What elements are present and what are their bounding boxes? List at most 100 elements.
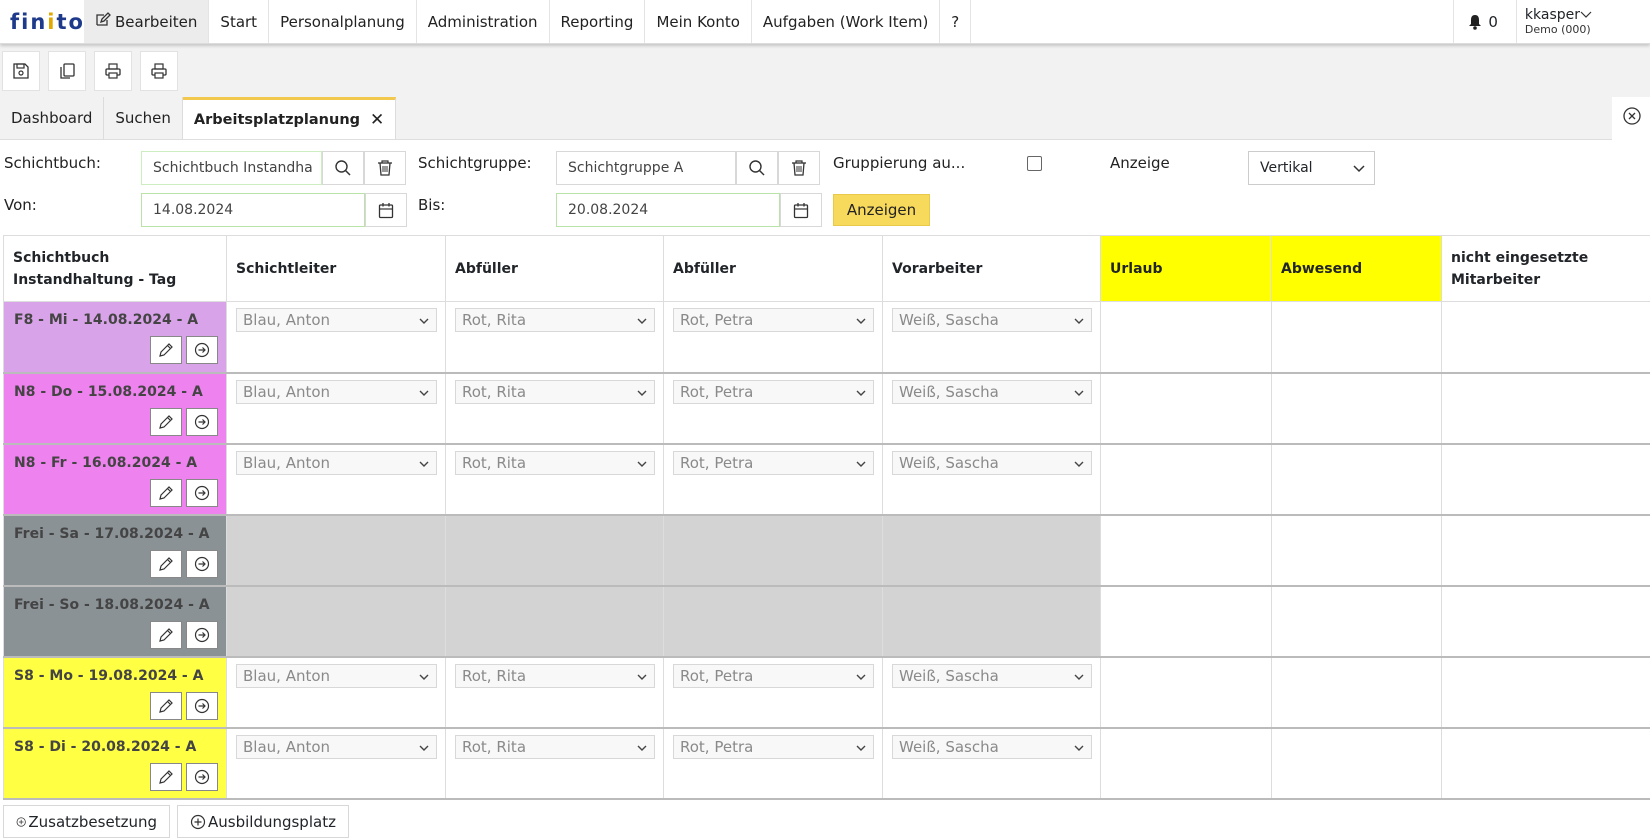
schichtleiter-value: Blau, Anton <box>243 311 331 329</box>
save-button[interactable] <box>2 50 40 91</box>
schedule-table: Schichtbuch Instandhaltung - Tag Schicht… <box>3 235 1650 800</box>
tab-arbeitsplatzplanung[interactable]: Arbeitsplatzplanung ✕ <box>182 97 397 139</box>
schichtleiter-select[interactable]: Blau, Anton <box>236 379 437 404</box>
vorarbeiter-select[interactable]: Weiß, Sascha <box>892 308 1092 332</box>
open-shift-button[interactable] <box>186 549 218 578</box>
nav-help[interactable]: ? <box>940 0 972 43</box>
abfueller-1-select[interactable]: Rot, Rita <box>455 450 655 475</box>
gruppierung-checkbox[interactable] <box>1027 156 1042 171</box>
abwesend-cell[interactable] <box>1271 372 1442 445</box>
urlaub-cell[interactable] <box>1100 727 1272 800</box>
anzeige-select[interactable]: Vertikal <box>1248 151 1375 185</box>
open-shift-button[interactable] <box>186 478 218 507</box>
open-shift-button[interactable] <box>186 407 218 436</box>
schichtleiter-select[interactable]: Blau, Anton <box>236 450 437 475</box>
nav-reporting[interactable]: Reporting <box>550 0 646 43</box>
von-date-input[interactable]: 14.08.2024 <box>141 193 365 227</box>
open-shift-button[interactable] <box>186 336 218 364</box>
open-shift-button[interactable] <box>186 691 218 720</box>
assignment-cell: Rot, Rita <box>445 372 664 445</box>
abfueller-2-select[interactable]: Rot, Petra <box>673 663 874 688</box>
abwesend-cell[interactable] <box>1271 443 1442 516</box>
zusatzbesetzung-button[interactable]: Zusatzbesetzung <box>3 805 170 838</box>
notifications-button[interactable]: 0 <box>1453 0 1517 43</box>
edit-shift-button[interactable] <box>150 478 182 507</box>
schichtleiter-select[interactable]: Blau, Anton <box>236 734 437 759</box>
abwesend-cell[interactable] <box>1271 514 1442 587</box>
print-button[interactable] <box>94 50 132 91</box>
nav-mein-konto[interactable]: Mein Konto <box>645 0 752 43</box>
abwesend-cell[interactable] <box>1271 301 1442 374</box>
abwesend-cell[interactable] <box>1271 656 1442 729</box>
abfueller-2-select[interactable]: Rot, Petra <box>673 379 874 404</box>
abwesend-cell[interactable] <box>1271 727 1442 800</box>
abfueller-2-select[interactable]: Rot, Petra <box>673 734 874 759</box>
schichtgruppe-search-button[interactable] <box>736 151 778 185</box>
edit-shift-button[interactable] <box>150 762 182 791</box>
urlaub-cell[interactable] <box>1100 514 1272 587</box>
nicht-eingesetzt-cell[interactable] <box>1441 585 1650 658</box>
schichtbuch-clear-button[interactable] <box>364 151 406 185</box>
abfueller-1-select[interactable]: Rot, Rita <box>455 379 655 404</box>
user-menu[interactable]: kkasper Demo (000) <box>1517 0 1650 43</box>
finito-logo[interactable]: fin i to <box>0 0 84 43</box>
ausbildungsplatz-button[interactable]: Ausbildungsplatz <box>177 805 349 838</box>
vorarbeiter-select[interactable]: Weiß, Sascha <box>892 379 1092 404</box>
von-calendar-button[interactable] <box>365 193 407 227</box>
abfueller-1-select[interactable]: Rot, Rita <box>455 308 655 332</box>
nicht-eingesetzt-cell[interactable] <box>1441 656 1650 729</box>
bis-date-input[interactable]: 20.08.2024 <box>556 193 780 227</box>
urlaub-cell[interactable] <box>1100 372 1272 445</box>
tab-suchen[interactable]: Suchen <box>104 97 183 139</box>
edit-shift-button[interactable] <box>150 549 182 578</box>
nav-aufgaben[interactable]: Aufgaben (Work Item) <box>752 0 941 43</box>
close-all-tabs-button[interactable] <box>1622 106 1642 126</box>
nicht-eingesetzt-cell[interactable] <box>1441 301 1650 374</box>
chevron-down-icon <box>1074 745 1084 751</box>
chevron-down-icon <box>637 461 647 467</box>
anzeige-label: Anzeige <box>1110 154 1170 172</box>
schichtgruppe-clear-button[interactable] <box>778 151 820 185</box>
open-shift-button[interactable] <box>186 620 218 649</box>
urlaub-cell[interactable] <box>1100 585 1272 658</box>
tab-dashboard[interactable]: Dashboard <box>0 97 105 139</box>
edit-shift-button[interactable] <box>150 336 182 364</box>
nicht-eingesetzt-cell[interactable] <box>1441 727 1650 800</box>
vorarbeiter-select[interactable]: Weiß, Sascha <box>892 450 1092 475</box>
nav-start[interactable]: Start <box>209 0 270 43</box>
table-header-row: Schichtbuch Instandhaltung - Tag Schicht… <box>3 235 1650 302</box>
anzeigen-button[interactable]: Anzeigen <box>833 194 930 226</box>
chevron-down-icon <box>419 674 429 680</box>
abwesend-cell[interactable] <box>1271 585 1442 658</box>
nicht-eingesetzt-cell[interactable] <box>1441 514 1650 587</box>
open-shift-button[interactable] <box>186 762 218 791</box>
edit-shift-button[interactable] <box>150 620 182 649</box>
urlaub-cell[interactable] <box>1100 301 1272 374</box>
abfueller-2-select[interactable]: Rot, Petra <box>673 308 874 332</box>
vorarbeiter-select[interactable]: Weiß, Sascha <box>892 734 1092 759</box>
nav-personalplanung[interactable]: Personalplanung <box>269 0 417 43</box>
schichtgruppe-input[interactable]: Schichtgruppe A <box>556 151 736 185</box>
nicht-eingesetzt-cell[interactable] <box>1441 372 1650 445</box>
nav-administration[interactable]: Administration <box>417 0 550 43</box>
schichtleiter-select[interactable]: Blau, Anton <box>236 308 437 332</box>
nicht-eingesetzt-cell[interactable] <box>1441 443 1650 516</box>
abfueller-1-select[interactable]: Rot, Rita <box>455 663 655 688</box>
nav-start-label: Start <box>220 12 258 31</box>
schichtleiter-select[interactable]: Blau, Anton <box>236 663 437 688</box>
close-tab-icon[interactable]: ✕ <box>370 110 384 130</box>
urlaub-cell[interactable] <box>1100 656 1272 729</box>
schichtbuch-search-button[interactable] <box>322 151 364 185</box>
edit-shift-button[interactable] <box>150 407 182 436</box>
print-alt-button[interactable] <box>140 50 178 91</box>
nav-bearbeiten[interactable]: Bearbeiten <box>84 0 210 43</box>
edit-shift-button[interactable] <box>150 691 182 720</box>
copy-button[interactable] <box>48 50 86 91</box>
bis-calendar-button[interactable] <box>780 193 822 227</box>
vorarbeiter-select[interactable]: Weiß, Sascha <box>892 663 1092 688</box>
abfueller-2-select[interactable]: Rot, Petra <box>673 450 874 475</box>
header-vorarbeiter: Vorarbeiter <box>882 235 1101 302</box>
schichtbuch-input[interactable]: Schichtbuch Instandha <box>141 151 322 185</box>
abfueller-1-select[interactable]: Rot, Rita <box>455 734 655 759</box>
urlaub-cell[interactable] <box>1100 443 1272 516</box>
